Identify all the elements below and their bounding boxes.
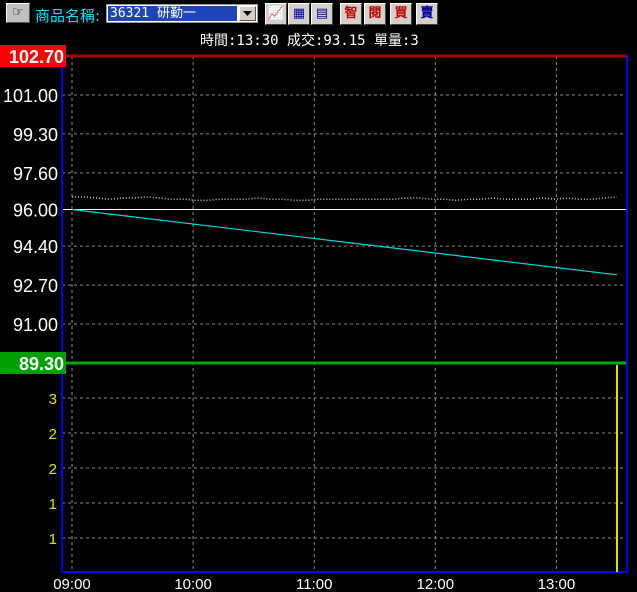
series-line <box>72 196 618 202</box>
volume-tick-label: 3 <box>49 391 57 408</box>
y-tick-label: 91.00 <box>13 315 58 335</box>
y-tick-label: 92.70 <box>13 276 58 296</box>
price-line <box>71 208 618 276</box>
lower-limit-label: 89.30 <box>19 354 64 374</box>
volume-tick-label: 1 <box>49 496 57 513</box>
x-tick-label: 11:00 <box>296 576 332 592</box>
x-tick-label: 09:00 <box>53 576 91 592</box>
volume-tick-label: 1 <box>49 531 57 548</box>
y-tick-label: 99.30 <box>13 125 58 145</box>
x-tick-label: 10:00 <box>174 576 212 592</box>
x-tick-label: 12:00 <box>417 576 455 592</box>
volume-tick-label: 2 <box>49 461 57 478</box>
x-tick-label: 13:00 <box>538 576 576 592</box>
volume-tick-label: 2 <box>49 426 57 443</box>
y-tick-label: 94.40 <box>13 237 58 257</box>
y-tick-label: 101.00 <box>3 86 58 106</box>
y-tick-label: 97.60 <box>13 164 58 184</box>
y-tick-label: 96.00 <box>13 201 58 221</box>
upper-limit-label: 102.70 <box>9 47 64 67</box>
price-volume-chart: 102.70 101.00 99.30 97.60 96.00 94.40 92.70 91.… <box>0 45 628 592</box>
